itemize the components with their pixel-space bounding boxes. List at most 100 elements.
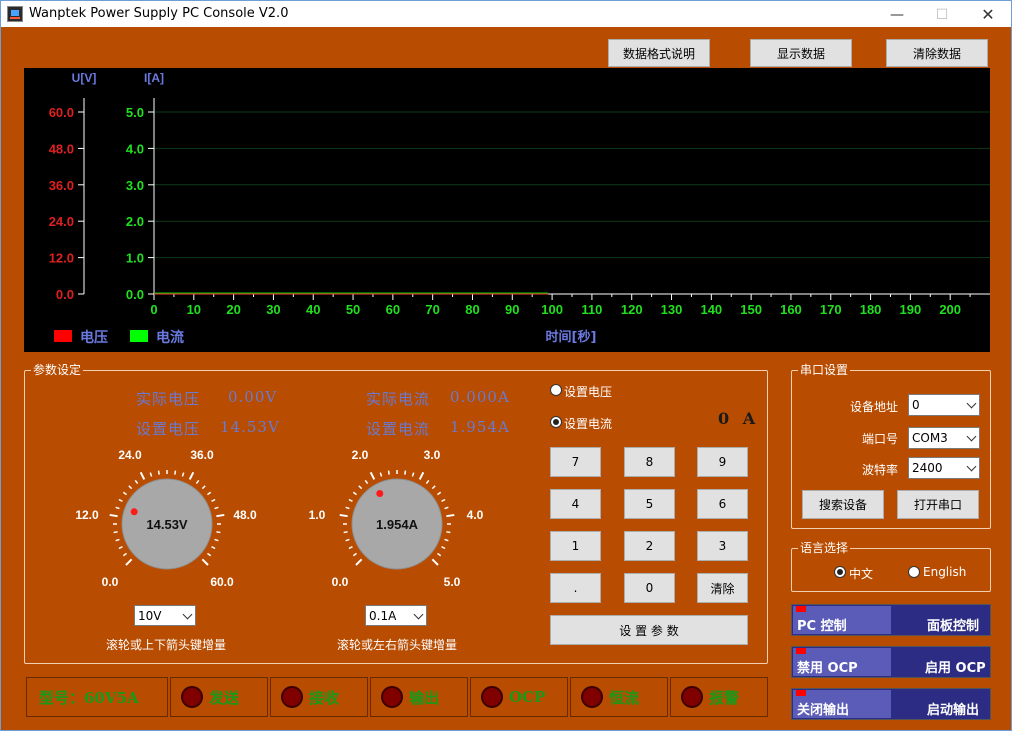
- key-7[interactable]: 7: [550, 447, 601, 477]
- search-device-button[interactable]: 搜索设备: [802, 490, 884, 519]
- knob-tick: [188, 471, 195, 480]
- time-tick-label: 180: [860, 302, 882, 317]
- time-tick-label: 20: [226, 302, 240, 317]
- key-clear[interactable]: 清除: [697, 573, 748, 603]
- iknob-label-2: 2.0: [351, 448, 369, 462]
- time-tick-label: 140: [700, 302, 722, 317]
- language-group-title: 语言选择: [798, 541, 851, 555]
- port-label: 端口号: [862, 432, 899, 446]
- knob-tick: [352, 552, 357, 557]
- vknob-label-3: 36.0: [190, 448, 214, 462]
- iknob-label-1: 1.0: [308, 508, 326, 522]
- legend-swatch: [130, 330, 148, 342]
- status-model: 型号：60V5A: [26, 677, 168, 717]
- time-axis-label: 时间[秒]: [546, 329, 597, 345]
- radio-english-label: English: [923, 565, 967, 579]
- open-port-button[interactable]: 打开串口: [897, 490, 979, 519]
- pc-panel-control-toggle[interactable]: PC 控制 面板控制: [791, 604, 991, 636]
- output-led-icon: [381, 686, 403, 708]
- key-2[interactable]: 2: [624, 531, 675, 561]
- maximize-button[interactable]: ☐: [919, 1, 965, 28]
- radio-chinese[interactable]: [834, 566, 846, 578]
- knob-tick: [157, 470, 160, 475]
- voltage-tick-label: 36.0: [49, 178, 74, 193]
- output-toggle[interactable]: 关闭输出 启动输出: [791, 688, 991, 720]
- ocp-toggle[interactable]: 禁用 OCP 启用 OCP: [791, 646, 991, 678]
- knob-tick: [345, 506, 350, 510]
- send-led-icon: [181, 686, 203, 708]
- time-tick-label: 100: [541, 302, 563, 317]
- minimize-icon: —: [890, 6, 904, 23]
- current-knob[interactable]: 1.954A: [324, 468, 470, 588]
- baud-select[interactable]: 2400: [908, 457, 980, 479]
- status-ocp: OCP: [470, 677, 568, 717]
- keypad-display: 0 A: [718, 409, 760, 428]
- key-3[interactable]: 3: [697, 531, 748, 561]
- cc-led-icon: [581, 686, 603, 708]
- set-current-label: 设置电流: [366, 420, 431, 438]
- set-voltage-label: 设置电压: [136, 420, 201, 438]
- key-4[interactable]: 4: [550, 489, 601, 519]
- knob-tick: [118, 498, 123, 502]
- voltage-step-select[interactable]: 10V: [134, 605, 196, 626]
- data-format-button[interactable]: 数据格式说明: [608, 39, 710, 67]
- knob-tick: [339, 513, 348, 518]
- toggle-left-label: PC 控制: [797, 619, 847, 634]
- legend-label: 电流: [156, 329, 184, 346]
- time-tick-label: 80: [465, 302, 479, 317]
- radio-set-voltage[interactable]: [550, 384, 562, 396]
- knob-tick: [216, 513, 225, 518]
- knob-tick: [113, 531, 118, 534]
- current-step-value: 0.1A: [369, 608, 397, 623]
- knob-tick: [122, 491, 127, 496]
- vknob-label-4: 48.0: [233, 508, 257, 522]
- voltage-knob[interactable]: 14.53V: [94, 468, 240, 588]
- current-step-select[interactable]: 0.1A: [365, 605, 427, 626]
- key-dot[interactable]: .: [550, 573, 601, 603]
- key-9[interactable]: 9: [697, 447, 748, 477]
- knob-tick: [348, 546, 353, 550]
- key-0[interactable]: 0: [624, 573, 675, 603]
- chevron-down-icon: [966, 398, 977, 409]
- serial-group-title: 串口设置: [798, 363, 851, 377]
- clear-data-button[interactable]: 清除数据: [886, 39, 988, 67]
- knob-tick: [441, 498, 446, 502]
- toggle-left-label: 关闭输出: [797, 703, 850, 718]
- minimize-button[interactable]: —: [874, 1, 920, 28]
- key-6[interactable]: 6: [697, 489, 748, 519]
- key-5[interactable]: 5: [624, 489, 675, 519]
- port-select[interactable]: COM3: [908, 427, 980, 449]
- vknob-label-2: 24.0: [118, 448, 142, 462]
- knob-tick: [446, 531, 451, 534]
- knob-tick: [431, 558, 439, 566]
- knob-tick: [431, 485, 436, 490]
- output-text: 输出: [409, 688, 440, 707]
- knob-tick: [444, 538, 449, 542]
- radio-set-current[interactable]: [550, 416, 562, 428]
- knob-tick: [216, 531, 221, 534]
- status-send: 发送: [170, 677, 268, 717]
- set-params-button[interactable]: 设 置 参 数: [550, 615, 748, 645]
- iknob-label-0: 0.0: [331, 575, 349, 589]
- knob-tick: [441, 546, 446, 550]
- cc-text: 恒流: [609, 688, 640, 707]
- radio-english[interactable]: [908, 566, 920, 578]
- toggle-indicator: [796, 690, 806, 696]
- toggle-left-label: 禁用 OCP: [797, 661, 858, 676]
- key-1[interactable]: 1: [550, 531, 601, 561]
- chart-panel: 60.0 48.0 36.0 24.0 12.0 0.0 5.0 4.0 3.0 2.0 1.0 0.…: [24, 68, 990, 352]
- current-axis-label: I[A]: [144, 71, 164, 85]
- device-address-value: 0: [912, 398, 920, 412]
- show-data-button[interactable]: 显示数据: [750, 39, 852, 67]
- current-tick-label: 3.0: [126, 178, 144, 193]
- knob-tick: [122, 552, 127, 557]
- knob-tick: [207, 552, 212, 557]
- legend-label: 电压: [80, 329, 108, 346]
- chevron-down-icon: [182, 609, 193, 620]
- knob-tick: [174, 470, 177, 475]
- device-address-select[interactable]: 0: [908, 394, 980, 416]
- time-tick-label: 30: [266, 302, 280, 317]
- key-8[interactable]: 8: [624, 447, 675, 477]
- close-button[interactable]: ✕: [965, 1, 1011, 28]
- chevron-down-icon: [413, 609, 424, 620]
